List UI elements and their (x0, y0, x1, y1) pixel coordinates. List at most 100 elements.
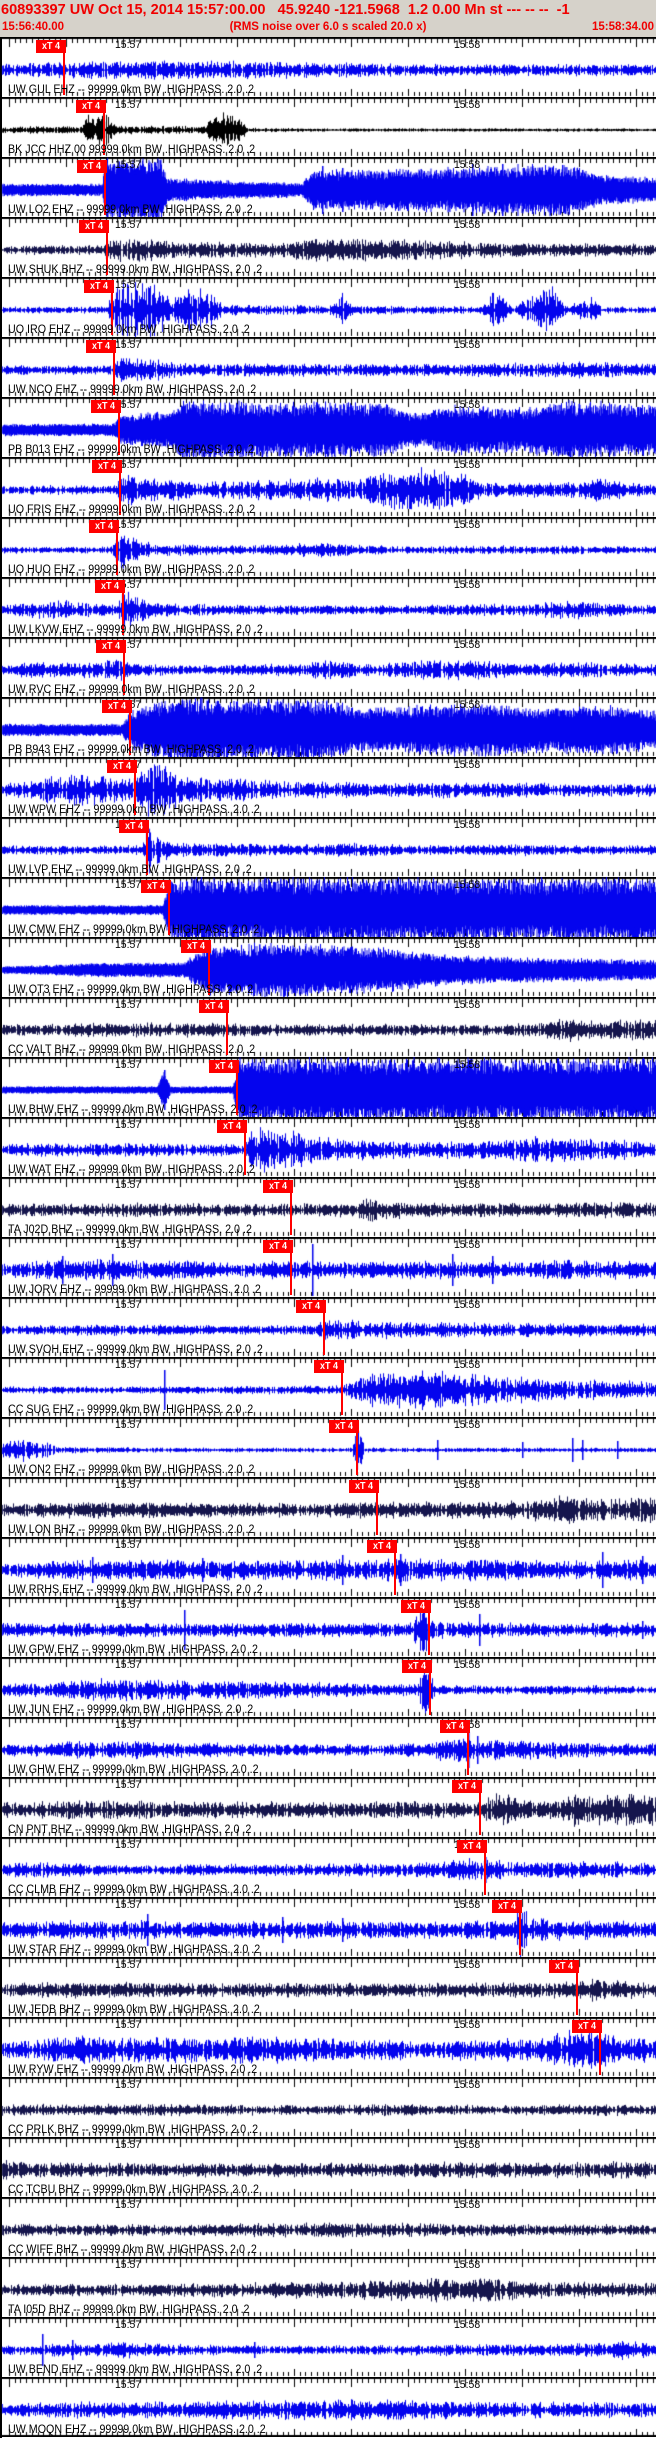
trace-row-UW-SVOH[interactable]: 15:57 15:58 xT 4 UW SVOH EHZ -- 99999.0k… (0, 1297, 656, 1357)
time-label-minute2: 15:58 (454, 1539, 481, 1551)
trace-row-UW-LKVW[interactable]: 15:57 15:58 xT 4 UW LKVW EHZ -- 99999.0k… (0, 577, 656, 637)
pick-flag[interactable]: xT 4 (572, 2020, 602, 2033)
pick-flag[interactable]: xT 4 (209, 1060, 239, 1073)
trace-row-CC-WIFE[interactable]: 15:57 15:58 CC WIFE BHZ -- 99999.0km BW … (0, 2197, 656, 2257)
trace-row-TA-I05D[interactable]: 15:57 15:58 TA I05D BHZ -- 99999.0km BW … (0, 2257, 656, 2317)
trace-row-UW-NCO[interactable]: 15:57 15:58 xT 4 UW NCO EHZ -- 99999.0km… (0, 337, 656, 397)
trace-row-UW-LON[interactable]: 15:57 15:58 xT 4 UW LON BHZ -- 99999.0km… (0, 1477, 656, 1537)
pick-flag[interactable]: xT 4 (199, 1000, 229, 1013)
pick-flag[interactable]: xT 4 (91, 400, 121, 413)
trace-row-PB-B013[interactable]: 15:57 15:58 xT 4 PB B013 EHZ -- 99999.0k… (0, 397, 656, 457)
station-label: CC CLMB EHZ -- 99999.0km BW .HIGHPASS. 2… (8, 1884, 260, 1896)
pick-flag[interactable]: xT 4 (349, 1480, 379, 1493)
pick-flag[interactable]: xT 4 (367, 1540, 397, 1553)
trace-row-TA-J02D[interactable]: 15:57 15:58 xT 4 TA J02D BHZ -- 99999.0k… (0, 1177, 656, 1237)
pick-flag[interactable]: xT 4 (119, 820, 149, 833)
station-label: CC TCBU BHZ -- 99999.0km BW .HIGHPASS. 2… (8, 2184, 260, 2196)
pick-flag[interactable]: xT 4 (329, 1420, 359, 1433)
pick-flag[interactable]: xT 4 (549, 1960, 579, 1973)
pick-flag[interactable]: xT 4 (92, 460, 122, 473)
trace-row-PB-B943[interactable]: 15:57 15:58 xT 4 PB B943 EHZ -- 99999.0k… (0, 697, 656, 757)
trace-row-UW-JUN[interactable]: 15:57 15:58 xT 4 UW JUN EHZ -- 99999.0km… (0, 1657, 656, 1717)
trace-row-CC-VALT[interactable]: 15:57 15:58 xT 4 CC VALT BHZ -- 99999.0k… (0, 997, 656, 1057)
pick-flag[interactable]: xT 4 (76, 100, 106, 113)
pick-flag[interactable]: xT 4 (402, 1660, 432, 1673)
pick-flag[interactable]: xT 4 (77, 160, 107, 173)
station-label: CC PRLK BHZ -- 99999.0km BW .HIGHPASS. 2… (8, 2124, 259, 2136)
station-label: UW OT3 EHZ -- 99999.0km BW .HIGHPASS. 2.… (8, 984, 254, 996)
station-label: CC WIFE BHZ -- 99999.0km BW .HIGHPASS. 2… (8, 2244, 257, 2256)
trace-row-CC-CLMB[interactable]: 15:57 15:58 xT 4 CC CLMB EHZ -- 99999.0k… (0, 1837, 656, 1897)
pick-flag[interactable]: xT 4 (102, 700, 132, 713)
time-label-minute1: 15:57 (115, 2199, 142, 2211)
trace-row-UW-BHW[interactable]: 15:57 15:58 xT 4 UW BHW EHZ -- 99999.0km… (0, 1057, 656, 1117)
trace-row-UW-GUL[interactable]: 15:57 15:58 xT 4 UW GUL EHZ -- 99999.0km… (0, 37, 656, 97)
pick-flag[interactable]: xT 4 (263, 1180, 293, 1193)
time-label-minute1: 15:57 (115, 1899, 142, 1911)
pick-flag-label: xT 4 (94, 521, 113, 532)
trace-row-UW-ON2[interactable]: 15:57 15:58 xT 4 UW ON2 EHZ -- 99999.0km… (0, 1417, 656, 1477)
trace-row-CN-PNT[interactable]: 15:57 15:58 xT 4 CN PNT BHZ -- 99999.0km… (0, 1777, 656, 1837)
pick-time-line (479, 1792, 481, 1835)
pick-flag[interactable]: xT 4 (296, 1300, 326, 1313)
trace-row-UO-HUO[interactable]: 15:57 15:58 xT 4 UO HUO EHZ -- 99999.0km… (0, 517, 656, 577)
trace-row-CC-PRLK[interactable]: 15:57 15:58 CC PRLK BHZ -- 99999.0km BW … (0, 2077, 656, 2137)
pick-flag[interactable]: xT 4 (401, 1600, 431, 1613)
trace-row-UW-BEND[interactable]: 15:57 15:58 UW BEND EHZ -- 99999.0km BW … (0, 2317, 656, 2377)
pick-time-line (467, 1732, 469, 1775)
event-summary: 60893397 UW Oct 15, 2014 15:57:00.00 45.… (1, 1, 570, 18)
time-label-minute2: 15:58 (454, 99, 481, 111)
trace-row-UW-CMW[interactable]: 15:57 15:58 xT 4 UW CMW EHZ -- 99999.0km… (0, 877, 656, 937)
pick-flag[interactable]: xT 4 (440, 1720, 470, 1733)
trace-row-UO-IRO[interactable]: 15:57 15:58 xT 4 UO IRO EHZ -- 99999.0km… (0, 277, 656, 337)
time-label-minute1: 15:57 (115, 339, 142, 351)
pick-flag[interactable]: xT 4 (263, 1240, 293, 1253)
pick-flag[interactable]: xT 4 (89, 520, 119, 533)
pick-flag[interactable]: xT 4 (452, 1780, 482, 1793)
time-label-minute1: 15:57 (115, 1239, 142, 1251)
trace-row-UW-JEDB[interactable]: 15:57 15:58 xT 4 UW JEDB BHZ -- 99999.0k… (0, 1957, 656, 2017)
time-label-minute2: 15:58 (454, 1659, 481, 1671)
pick-flag[interactable]: xT 4 (217, 1120, 247, 1133)
pick-flag[interactable]: xT 4 (181, 940, 211, 953)
time-label-minute2: 15:58 (454, 579, 481, 591)
trace-row-UW-GPW[interactable]: 15:57 15:58 xT 4 UW GPW EHZ -- 99999.0km… (0, 1597, 656, 1657)
trace-row-UW-WAT[interactable]: 15:57 15:58 xT 4 UW WAT EHZ -- 99999.0km… (0, 1117, 656, 1177)
time-label-minute1: 15:57 (115, 2259, 142, 2271)
pick-flag-label: xT 4 (222, 1121, 241, 1132)
trace-row-UW-LO2[interactable]: 15:57 15:58 xT 4 UW LO2 EHZ -- 99999.0km… (0, 157, 656, 217)
trace-row-UW-JORV[interactable]: 15:57 15:58 xT 4 UW JORV EHZ -- 99999.0k… (0, 1237, 656, 1297)
pick-flag[interactable]: xT 4 (86, 340, 116, 353)
pick-flag[interactable]: xT 4 (492, 1900, 522, 1913)
station-label: UW LON BHZ -- 99999.0km BW .HIGHPASS. 2.… (8, 1524, 255, 1536)
pick-flag-label: xT 4 (577, 2021, 596, 2032)
pick-flag[interactable]: xT 4 (107, 760, 137, 773)
pick-flag-label: xT 4 (97, 461, 116, 472)
trace-row-UW-RVC[interactable]: 15:57 15:58 xT 4 UW RVC EHZ -- 99999.0km… (0, 637, 656, 697)
pick-flag-label: xT 4 (554, 1961, 573, 1972)
trace-row-UW-OT3[interactable]: 15:57 15:58 xT 4 UW OT3 EHZ -- 99999.0km… (0, 937, 656, 997)
trace-row-UW-WPW[interactable]: 15:57 15:58 xT 4 UW WPW EHZ -- 99999.0km… (0, 757, 656, 817)
station-label: UW JORV EHZ -- 99999.0km BW .HIGHPASS. 2… (8, 1284, 261, 1296)
trace-row-UW-RRHS[interactable]: 15:57 15:58 xT 4 UW RRHS EHZ -- 99999.0k… (0, 1537, 656, 1597)
pick-flag[interactable]: xT 4 (314, 1360, 344, 1373)
trace-row-UW-RYW[interactable]: 15:57 15:58 xT 4 UW RYW EHZ -- 99999.0km… (0, 2017, 656, 2077)
trace-row-UW-STAR[interactable]: 15:57 15:58 xT 4 UW STAR EHZ -- 99999.0k… (0, 1897, 656, 1957)
trace-row-UW-SHUK[interactable]: 15:57 15:58 xT 4 UW SHUK BHZ -- 99999.0k… (0, 217, 656, 277)
pick-flag[interactable]: xT 4 (141, 880, 171, 893)
trace-row-UO-FRIS[interactable]: 15:57 15:58 xT 4 UO FRIS EHZ -- 99999.0k… (0, 457, 656, 517)
trace-row-CC-SUG[interactable]: 15:57 15:58 xT 4 CC SUG EHZ -- 99999.0km… (0, 1357, 656, 1417)
pick-flag[interactable]: xT 4 (96, 640, 126, 653)
pick-time-line (341, 1372, 343, 1415)
trace-row-UW-MOQN[interactable]: 15:57 15:58 UW MOQN EHZ -- 99999.0km BW … (0, 2377, 656, 2437)
trace-row-UW-GHW[interactable]: 15:57 15:58 xT 4 UW GHW EHZ -- 99999.0km… (0, 1717, 656, 1777)
pick-flag[interactable]: xT 4 (95, 580, 125, 593)
trace-row-CC-TCBU[interactable]: 15:57 15:58 CC TCBU BHZ -- 99999.0km BW … (0, 2137, 656, 2197)
pick-flag[interactable]: xT 4 (84, 280, 114, 293)
trace-row-BK-JCC[interactable]: 15:57 15:58 xT 4 BK JCC HHZ 00 99999.0km… (0, 97, 656, 157)
trace-row-UW-LVP[interactable]: 15:57 15:58 xT 4 UW LVP EHZ -- 99999.0km… (0, 817, 656, 877)
pick-flag[interactable]: xT 4 (457, 1840, 487, 1853)
pick-flag[interactable]: xT 4 (79, 220, 109, 233)
pick-flag[interactable]: xT 4 (36, 40, 66, 53)
window-start-time: 15:56:40.00 (2, 21, 65, 33)
